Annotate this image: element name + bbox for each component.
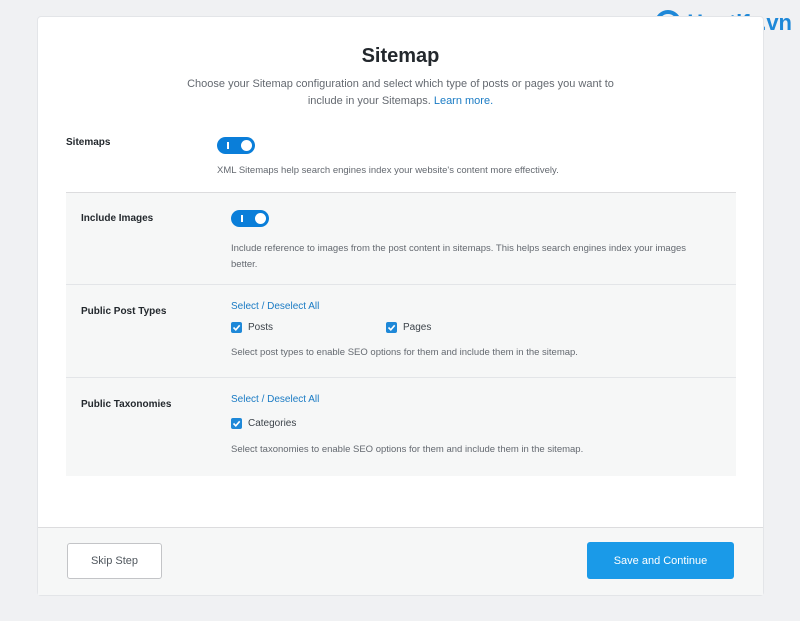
checkbox-posts-label: Posts [248,322,274,333]
post-types-description: Select post types to enable SEO options … [231,347,578,358]
checkbox-categories[interactable]: Categories [231,418,296,429]
subtitle-text: Choose your Sitemap configuration and se… [187,78,614,107]
checkbox-categories-label: Categories [248,418,297,429]
checkbox-pages[interactable]: Pages [386,322,431,333]
skip-step-button[interactable]: Skip Step [67,543,162,579]
checkbox-checked-icon [231,322,242,333]
toggle-on-mark [241,215,243,222]
sitemap-options-panel: Include Images Include reference to imag… [66,192,736,476]
taxonomies-row: Public Taxonomies Select / Deselect All … [66,378,736,475]
post-types-row: Public Post Types Select / Deselect All … [66,285,736,378]
taxonomies-description: Select taxonomies to enable SEO options … [231,444,584,455]
page-title: Sitemap [361,45,440,67]
toggle-knob [241,140,252,151]
toggle-knob [255,213,266,224]
checkbox-posts[interactable]: Posts [231,322,273,333]
sitemaps-toggle[interactable] [217,137,255,154]
checkbox-pages-label: Pages [403,322,432,333]
checkbox-checked-icon [231,418,242,429]
toggle-on-mark [227,142,229,149]
taxonomies-label: Public Taxonomies [81,399,172,410]
sitemap-settings-card: Sitemap Choose your Sitemap configuratio… [37,16,764,596]
include-images-row: Include Images Include reference to imag… [66,193,736,285]
checkbox-checked-icon [386,322,397,333]
sitemaps-description: XML Sitemaps help search engines index y… [217,165,559,176]
taxonomies-select-all-link[interactable]: Select / Deselect All [231,394,706,405]
sitemaps-label: Sitemaps [66,137,111,148]
learn-more-link[interactable]: Learn more. [434,95,493,107]
wizard-footer: Skip Step Save and Continue [38,527,763,595]
post-types-label: Public Post Types [81,306,167,317]
include-images-toggle[interactable] [231,210,269,227]
page-subtitle: Choose your Sitemap configuration and se… [176,76,626,110]
post-types-select-all-link[interactable]: Select / Deselect All [231,301,706,312]
save-and-continue-button[interactable]: Save and Continue [587,542,734,579]
include-images-label: Include Images [81,213,154,224]
include-images-description: Include reference to images from the pos… [231,243,687,270]
